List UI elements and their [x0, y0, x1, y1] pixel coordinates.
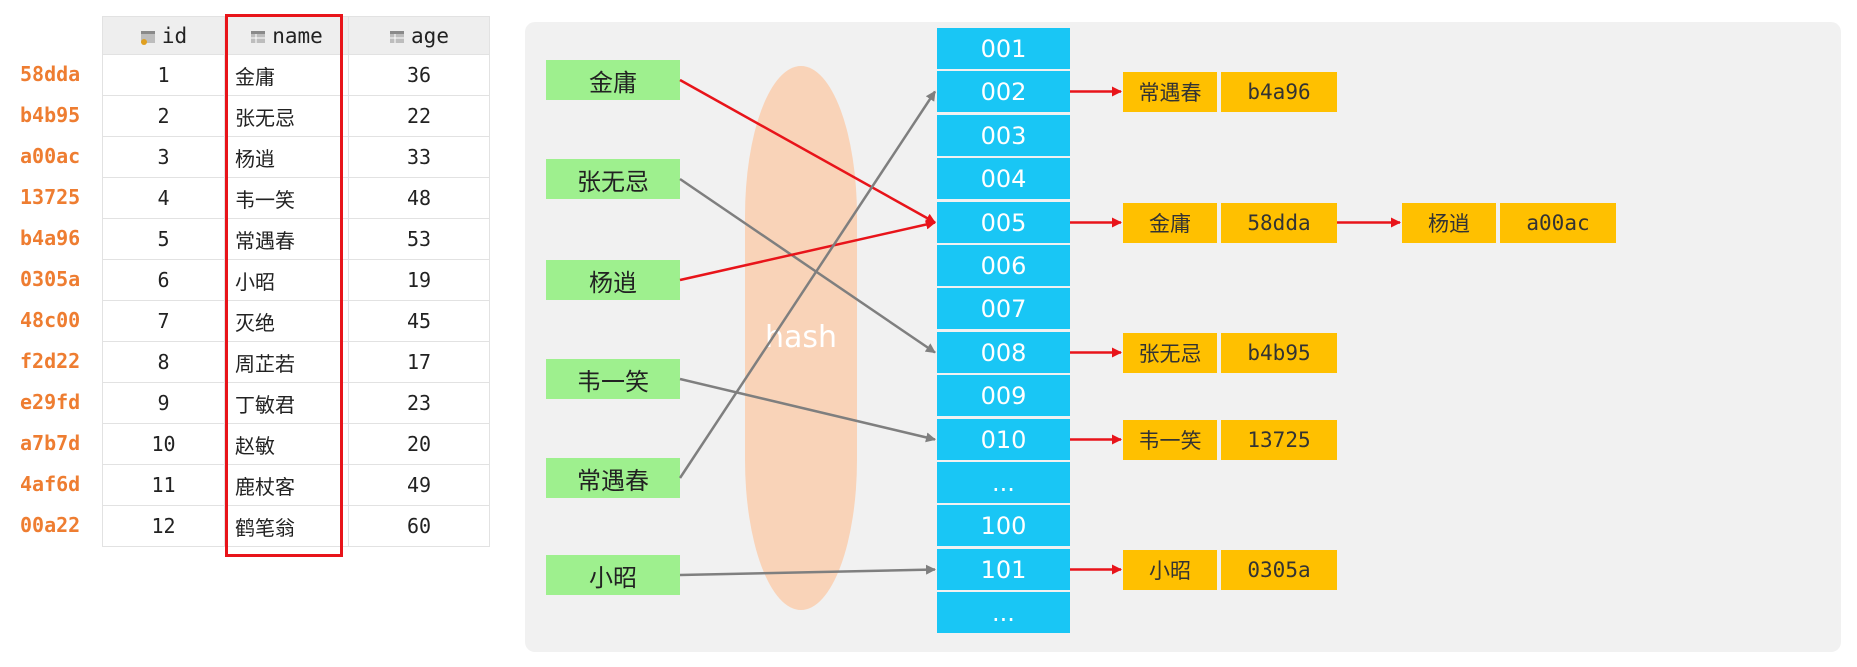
hash-mapping-arrow [679, 377, 936, 443]
hash-mapping-arrow [679, 177, 936, 354]
hash-mapping-arrow [679, 219, 936, 282]
hash-mapping-arrow [679, 564, 936, 577]
arrow-layer [678, 78, 1401, 577]
hash-mapping-arrow [678, 90, 937, 479]
